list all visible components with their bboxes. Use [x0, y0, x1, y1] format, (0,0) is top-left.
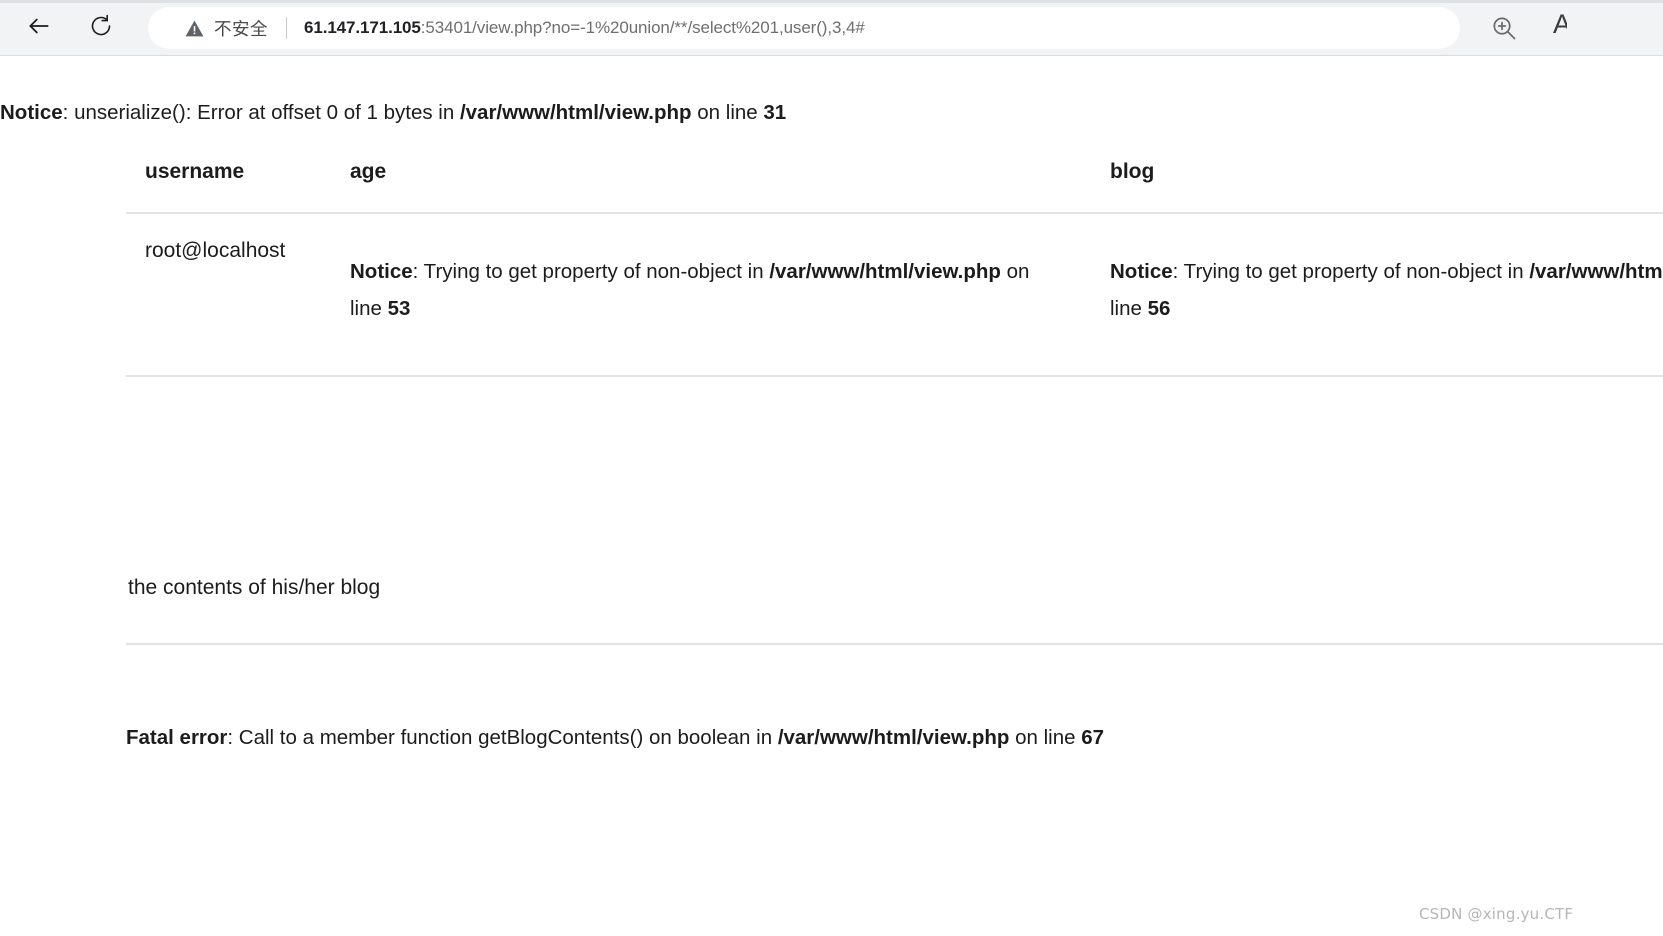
fatal-error-on-line: on line: [1009, 726, 1082, 749]
notice-label: Notice: [0, 101, 63, 124]
page-content: Notice: unserialize(): Error at offset 0…: [0, 56, 1663, 936]
notice-line-number: 31: [763, 101, 787, 124]
cell-blog: Notice: Trying to get property of non-ob…: [1091, 238, 1663, 375]
zoom-in-magnifier-icon[interactable]: [1490, 14, 1518, 42]
notice-label: Notice: [350, 260, 413, 283]
profile-avatar-letter[interactable]: A: [1553, 9, 1567, 40]
notice-text: : Trying to get property of non-object i…: [1172, 260, 1530, 283]
cell-username: root@localhost: [126, 238, 331, 375]
notice-colon: :: [62, 101, 75, 124]
notice-label: Notice: [1110, 260, 1173, 283]
tab-strip-edge: [0, 0, 1663, 3]
column-header-age: age: [350, 160, 387, 183]
notice-text: : Trying to get property of non-object i…: [412, 260, 770, 283]
column-header-blog: blog: [1110, 160, 1155, 183]
security-label: 不安全: [214, 19, 268, 40]
php-notice-unserialize: Notice: unserialize(): Error at offset 0…: [0, 98, 786, 128]
column-header-username: username: [145, 160, 245, 183]
address-bar-divider: [286, 17, 287, 39]
notice-file-path: /var/www/html/view.php: [459, 101, 692, 124]
table-header-row: username age blog: [126, 140, 1663, 214]
php-fatal-error: Fatal error: Call to a member function g…: [126, 723, 1104, 753]
url-text[interactable]: 61.147.171.105:53401/view.php?no=-1%20un…: [304, 18, 865, 38]
table-row: root@localhost Notice: Trying to get pro…: [126, 214, 1663, 377]
php-notice-blog: Notice: Trying to get property of non-ob…: [1110, 254, 1663, 328]
fatal-error-label: Fatal error: [126, 726, 228, 749]
blog-contents-label: the contents of his/her blog: [128, 576, 381, 599]
reload-icon: [89, 14, 113, 43]
fatal-error-line-number: 67: [1081, 726, 1105, 749]
notice-on-line: on line: [691, 101, 764, 124]
notice-text: unserialize(): Error at offset 0 of 1 by…: [74, 101, 460, 124]
warning-triangle-icon: [184, 18, 205, 39]
cell-age: Notice: Trying to get property of non-ob…: [331, 238, 1091, 375]
notice-line-number: 53: [387, 296, 411, 320]
fatal-error-text: : Call to a member function getBlogConte…: [227, 726, 778, 749]
back-button[interactable]: [18, 7, 60, 49]
notice-line-number: 56: [1147, 296, 1171, 320]
results-table: username age blog root@localhost Notice:…: [126, 140, 1663, 377]
back-arrow-icon: [26, 13, 52, 44]
php-notice-age: Notice: Trying to get property of non-ob…: [350, 254, 1050, 328]
notice-file-path: /var/www/html/view.php: [1529, 260, 1663, 283]
browser-toolbar: 不安全 61.147.171.105:53401/view.php?no=-1%…: [0, 0, 1663, 56]
security-indicator[interactable]: 不安全: [184, 16, 268, 41]
reload-button[interactable]: [80, 7, 122, 49]
address-bar[interactable]: 不安全 61.147.171.105:53401/view.php?no=-1%…: [148, 7, 1460, 49]
cell-username-value: root@localhost: [145, 239, 286, 262]
url-host: 61.147.171.105: [304, 18, 421, 37]
blog-contents-section: the contents of his/her blog: [126, 576, 1663, 645]
fatal-error-file-path: /var/www/html/view.php: [777, 726, 1010, 749]
csdn-watermark: CSDN @xing.yu.CTF: [1419, 905, 1574, 923]
notice-file-path: /var/www/html/view.php: [769, 260, 1001, 283]
url-path: :53401/view.php?no=-1%20union/**/select%…: [420, 18, 865, 37]
